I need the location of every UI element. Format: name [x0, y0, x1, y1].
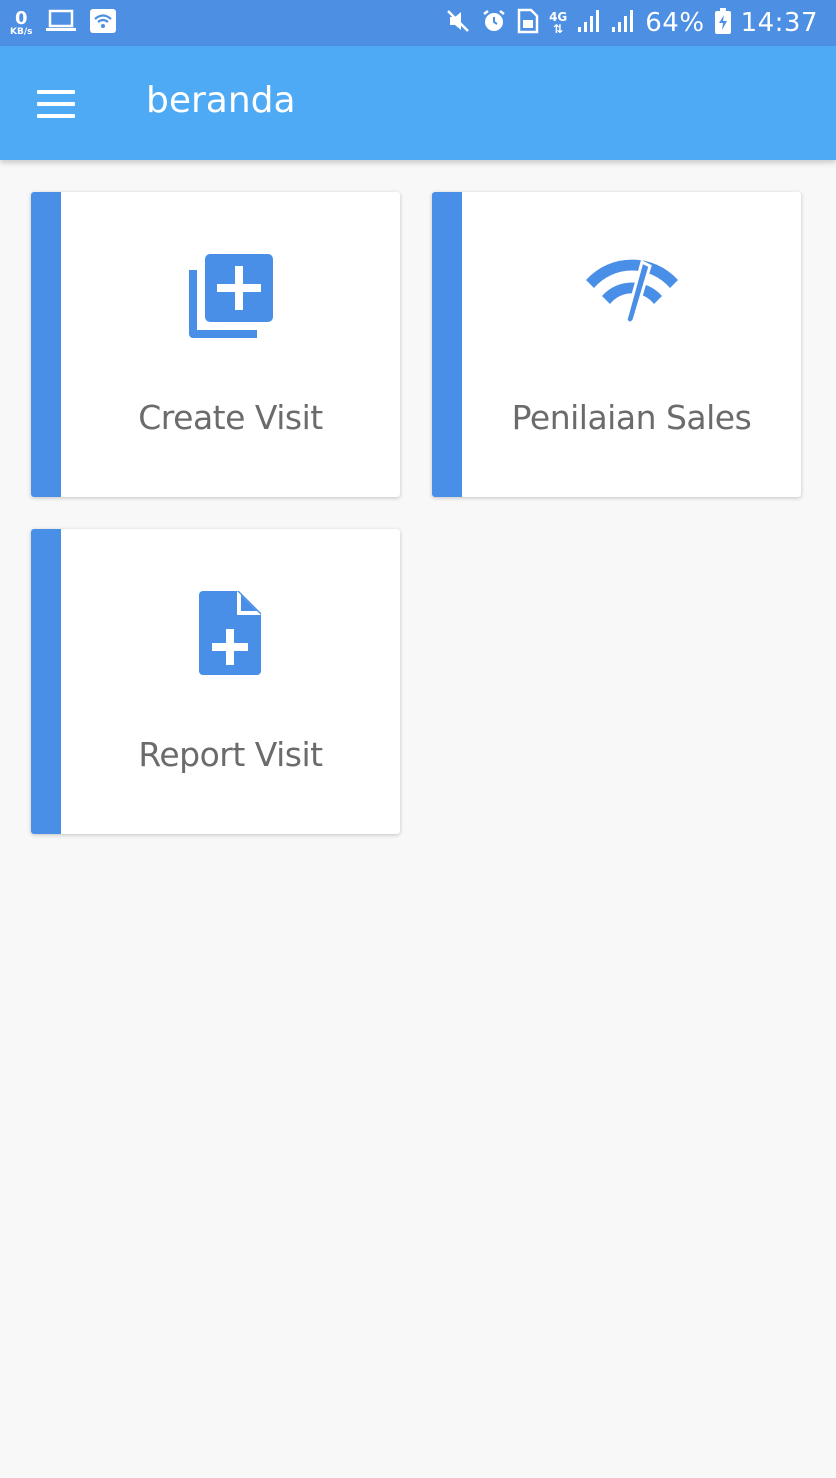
sim-card-icon — [517, 8, 539, 38]
status-bar-right: 4G ⇅ 64% 14:37 — [445, 4, 818, 42]
card-accent-bar — [31, 529, 61, 834]
report-visit-label: Report Visit — [138, 735, 323, 774]
note-add-icon — [61, 587, 400, 679]
status-bar: 0 KB/s 4G ⇅ 64% 14:37 — [0, 0, 836, 46]
page-title: beranda — [146, 80, 296, 121]
net-speed-unit: KB/s — [10, 26, 33, 37]
hamburger-icon-line — [37, 90, 75, 94]
create-visit-label: Create Visit — [138, 398, 323, 437]
hamburger-icon-line — [37, 102, 75, 106]
card-accent-bar — [432, 192, 462, 497]
add-to-photos-icon — [61, 250, 400, 342]
menu-button[interactable] — [28, 76, 84, 132]
clock: 14:37 — [740, 8, 818, 38]
net-speed-indicator: 0 KB/s — [10, 7, 33, 37]
app-bar: beranda — [0, 46, 836, 160]
network-type: 4G ⇅ — [549, 10, 568, 36]
create-visit-card[interactable]: Create Visit — [31, 192, 400, 497]
battery-percent: 64% — [645, 8, 705, 38]
status-bar-left: 0 KB/s — [10, 4, 117, 42]
card-accent-bar — [31, 192, 61, 497]
hamburger-icon-line — [37, 114, 75, 118]
net-speed-value: 0 — [14, 7, 28, 29]
alarm-icon — [481, 8, 507, 38]
laptop-icon — [46, 9, 77, 37]
penilaian-sales-card[interactable]: Penilaian Sales — [432, 192, 801, 497]
penilaian-sales-label: Penilaian Sales — [511, 398, 752, 437]
battery-charging-icon — [714, 8, 731, 38]
mute-icon — [445, 8, 471, 38]
speedometer-icon — [462, 250, 801, 342]
report-visit-card[interactable]: Report Visit — [31, 529, 400, 834]
signal-strength-icon-1 — [577, 9, 601, 37]
wifi-notification-icon — [90, 9, 117, 37]
signal-strength-icon-2 — [611, 9, 635, 37]
